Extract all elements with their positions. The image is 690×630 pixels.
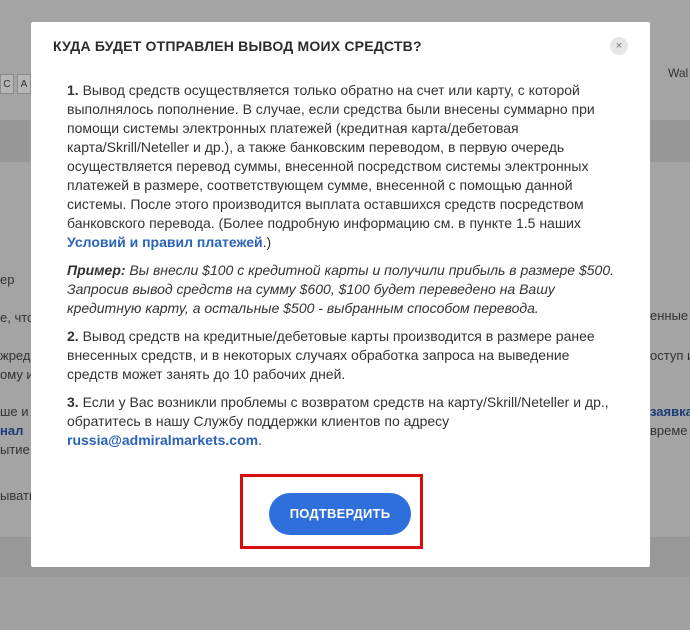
background-fragment: ше и	[0, 404, 29, 419]
paragraph-2: 2. Вывод средств на кредитные/дебетовые …	[67, 327, 615, 384]
confirm-button[interactable]: ПОДТВЕРДИТЬ	[269, 493, 411, 535]
background-button-a: A	[17, 74, 31, 94]
modal-title: КУДА БУДЕТ ОТПРАВЛЕН ВЫВОД МОИХ СРЕДСТВ?	[53, 38, 422, 54]
background-link-fragment: заявка	[650, 404, 690, 419]
paragraph-2-number: 2.	[67, 328, 79, 344]
modal-body: 1. Вывод средств осуществляется только о…	[67, 81, 615, 459]
paragraph-3-text: Если у Вас возникли проблемы с возвратом…	[67, 394, 609, 429]
background-header-text: Wal	[668, 66, 689, 80]
paragraph-2-text: Вывод средств на кредитные/дебетовые кар…	[67, 328, 595, 382]
payment-terms-link[interactable]: Условий и правил платежей	[67, 234, 263, 250]
paragraph-3-number: 3.	[67, 394, 79, 410]
example-label: Пример:	[67, 262, 126, 278]
background-fragment: ытие	[0, 442, 30, 457]
support-email-link[interactable]: russia@admiralmarkets.com	[67, 432, 258, 448]
paragraph-1: 1. Вывод средств осуществляется только о…	[67, 81, 615, 252]
withdrawal-info-modal: КУДА БУДЕТ ОТПРАВЛЕН ВЫВОД МОИХ СРЕДСТВ?…	[31, 22, 650, 567]
paragraph-3: 3. Если у Вас возникли проблемы с возвра…	[67, 393, 615, 450]
background-button-c: C	[0, 74, 14, 94]
background-fragment: оступ и	[650, 348, 690, 363]
example-text: Вы внесли $100 с кредитной карты и получ…	[67, 262, 614, 316]
background-fragment: ому и	[0, 367, 34, 382]
background-fragment: енные	[650, 308, 689, 323]
paragraph-1-end: .)	[262, 234, 272, 250]
example-paragraph: Пример: Вы внесли $100 с кредитной карты…	[67, 261, 615, 318]
background-fragment: ер	[0, 272, 15, 287]
paragraph-1-text: Вывод средств осуществляется только обра…	[67, 82, 595, 231]
background-fragment: е, что	[0, 310, 35, 325]
paragraph-1-number: 1.	[67, 82, 79, 98]
close-icon[interactable]: ×	[610, 37, 628, 55]
paragraph-3-end: .	[258, 432, 262, 448]
background-fragment: жред	[0, 348, 31, 363]
background-link-fragment: нал	[0, 423, 24, 438]
background-fragment: време	[650, 423, 688, 438]
